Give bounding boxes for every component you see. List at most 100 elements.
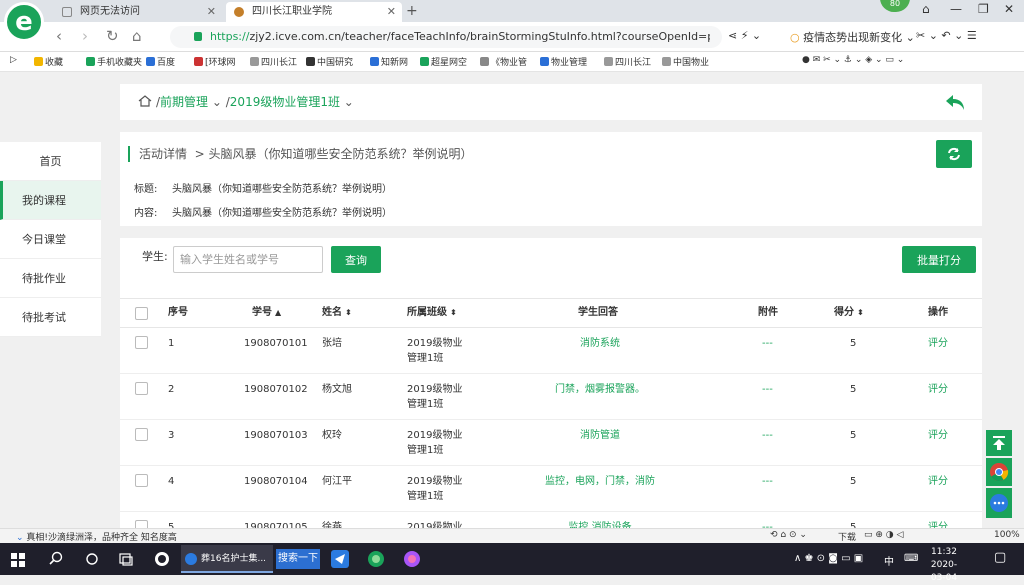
bookmark-item[interactable]: 百度: [146, 55, 175, 68]
cell-class: 2019级物业 管理1班: [407, 430, 463, 456]
sidebar-item-today-class[interactable]: 今日课堂: [0, 220, 101, 259]
url-text[interactable]: https://zjy2.icve.com.cn/teacher/faceTea…: [210, 26, 710, 48]
tab-active[interactable]: 四川长江职业学院 ✕: [226, 2, 402, 22]
site-icon: [234, 7, 244, 17]
share-icon[interactable]: ⋖ ⚡ ⌄: [728, 29, 761, 42]
windows-start-icon[interactable]: [10, 543, 26, 575]
back-icon[interactable]: ‹: [56, 27, 62, 45]
taskbar-search-button[interactable]: 搜索一下: [276, 549, 320, 569]
bookmark-item[interactable]: 中国物业: [662, 55, 709, 68]
sidebar-toggle-icon[interactable]: ▷: [10, 55, 17, 65]
detail-title-row: 标题: 头脑风暴（你知道哪些安全防范系统？举例说明）: [134, 184, 392, 195]
reload-icon[interactable]: ↻: [106, 27, 119, 45]
col-id[interactable]: 学号 ▲: [252, 299, 281, 327]
cell-answer: 门禁，烟雾报警器。: [555, 384, 645, 395]
sort-icon: ⬍: [345, 308, 352, 317]
cell-class: 2019级物业 管理1班: [407, 338, 463, 364]
forward-icon[interactable]: ›: [82, 27, 88, 45]
status-icons-right[interactable]: ▭ ⊕ ◑ ◁: [864, 530, 903, 540]
col-name[interactable]: 姓名 ⬍: [322, 299, 352, 327]
tab-unreachable[interactable]: 网页无法访问 ✕: [54, 2, 222, 22]
row-checkbox[interactable]: [135, 520, 148, 528]
page-content: /前期管理 ⌄ /2019级物业管理1班 ⌄ 首页 我的课程 今日课堂 待批作业…: [0, 72, 1024, 528]
student-search-input[interactable]: [173, 246, 323, 273]
col-class[interactable]: 所属班级 ⬍: [407, 299, 457, 327]
score-link[interactable]: 评分: [928, 474, 948, 489]
breadcrumb: /前期管理 ⌄ /2019级物业管理1班 ⌄: [120, 84, 982, 120]
bookmark-item[interactable]: 知新网: [370, 55, 408, 68]
cell-score: 5: [850, 338, 857, 349]
bookmark-item[interactable]: 收藏: [34, 55, 63, 68]
input-method-icon[interactable]: ⌨: [904, 553, 918, 564]
sidebar-item-pending-homework[interactable]: 待批作业: [0, 259, 101, 298]
score-link[interactable]: 评分: [928, 520, 948, 528]
batch-score-button[interactable]: 批量打分: [902, 246, 976, 273]
bookmark-item[interactable]: 中国研究: [306, 55, 353, 68]
bookmark-item[interactable]: 手机收藏夹: [86, 55, 142, 68]
score-badge[interactable]: 80: [880, 0, 910, 12]
score-link[interactable]: 评分: [928, 382, 948, 397]
new-tab-button[interactable]: +: [406, 2, 418, 20]
download-label[interactable]: 下载: [838, 530, 856, 543]
cell-id: 1908070105: [244, 522, 308, 528]
row-checkbox[interactable]: [135, 474, 148, 487]
restore-icon[interactable]: ❐: [978, 2, 989, 16]
cortana-icon[interactable]: [84, 543, 100, 575]
breadcrumb-item[interactable]: 前期管理: [160, 95, 208, 109]
home-icon[interactable]: ⌂: [132, 27, 142, 45]
chrome-button[interactable]: [986, 458, 1012, 486]
taskbar-browser-app[interactable]: 葬16名护士集...: [181, 545, 273, 573]
close-window-icon[interactable]: ✕: [1004, 2, 1014, 16]
detail-heading: 活动详情 > 头脑风暴（你知道哪些安全防范系统？举例说明）: [128, 146, 473, 162]
news-link[interactable]: ○ 疫情态势出现新变化 ⌄: [790, 29, 915, 45]
tray-icons[interactable]: ∧ ♚ ⊙ ◙ ▭ ▣: [794, 553, 863, 564]
cell-attachment: ---: [762, 522, 773, 528]
minimize-icon[interactable]: —: [950, 2, 962, 16]
table-row: 2 1908070102 杨文旭 2019级物业 管理1班 门禁，烟雾报警器。 -…: [120, 374, 982, 420]
system-clock[interactable]: 11:32 2020-03-04: [924, 546, 964, 585]
return-icon[interactable]: [944, 92, 966, 112]
breadcrumb-item[interactable]: 2019级物业管理1班: [230, 95, 340, 109]
sidebar-item-home[interactable]: 首页: [0, 142, 101, 181]
bookmark-item[interactable]: 超星网空: [420, 55, 467, 68]
score-link[interactable]: 评分: [928, 336, 948, 351]
tshirt-icon[interactable]: ⌂: [922, 2, 930, 16]
extension-icons[interactable]: ● ✉ ✂ ⌄ ⚓ ⌄ ◈ ⌄ ▭ ⌄: [802, 55, 904, 65]
cell-no: 4: [168, 476, 175, 487]
paper-plane-icon[interactable]: [330, 543, 350, 575]
notification-icon[interactable]: ▢: [994, 550, 1006, 565]
row-checkbox[interactable]: [135, 428, 148, 441]
query-button[interactable]: 查询: [331, 246, 381, 273]
address-bar[interactable]: https://zjy2.icve.com.cn/teacher/faceTea…: [170, 26, 722, 48]
select-all-checkbox[interactable]: [135, 307, 148, 320]
chat-button[interactable]: [986, 488, 1012, 518]
search-icon[interactable]: [48, 543, 64, 575]
row-checkbox[interactable]: [135, 336, 148, 349]
app-icon[interactable]: [152, 543, 172, 575]
menu-icons[interactable]: ✂ ⌄ ↶ ⌄ ☰: [916, 29, 977, 42]
close-icon[interactable]: ✕: [387, 2, 396, 22]
task-view-icon[interactable]: [118, 543, 134, 575]
table-row: 1 1908070101 张培 2019级物业 管理1班 消防系统 --- 5 评…: [120, 328, 982, 374]
status-news[interactable]: ⌄ 真相!沙滴绿洲泽，品种齐全 知名度高: [16, 530, 177, 543]
sidebar-item-pending-exam[interactable]: 待批考试: [0, 298, 101, 337]
zoom-level[interactable]: 100%: [994, 530, 1020, 540]
bookmark-item[interactable]: [环球网: [194, 55, 236, 68]
col-score[interactable]: 得分 ⬍: [834, 299, 864, 327]
score-link[interactable]: 评分: [928, 428, 948, 443]
refresh-button[interactable]: [936, 140, 972, 168]
green-browser-icon[interactable]: [366, 543, 386, 575]
bookmark-item[interactable]: 四川长江: [604, 55, 651, 68]
bookmark-item[interactable]: 四川长江: [250, 55, 297, 68]
home-icon[interactable]: [138, 95, 152, 107]
sort-icon: ⬍: [857, 308, 864, 317]
color-app-icon[interactable]: [402, 543, 422, 575]
ime-indicator[interactable]: 中: [884, 553, 894, 568]
sidebar-item-my-courses[interactable]: 我的课程: [0, 181, 101, 220]
status-icons[interactable]: ⟲ ⌂ ⊙ ⌄: [770, 530, 807, 540]
row-checkbox[interactable]: [135, 382, 148, 395]
back-to-top-button[interactable]: [986, 430, 1012, 456]
close-icon[interactable]: ✕: [207, 2, 216, 22]
bookmark-item[interactable]: 物业管理: [540, 55, 587, 68]
bookmark-item[interactable]: 《物业管: [480, 55, 527, 68]
